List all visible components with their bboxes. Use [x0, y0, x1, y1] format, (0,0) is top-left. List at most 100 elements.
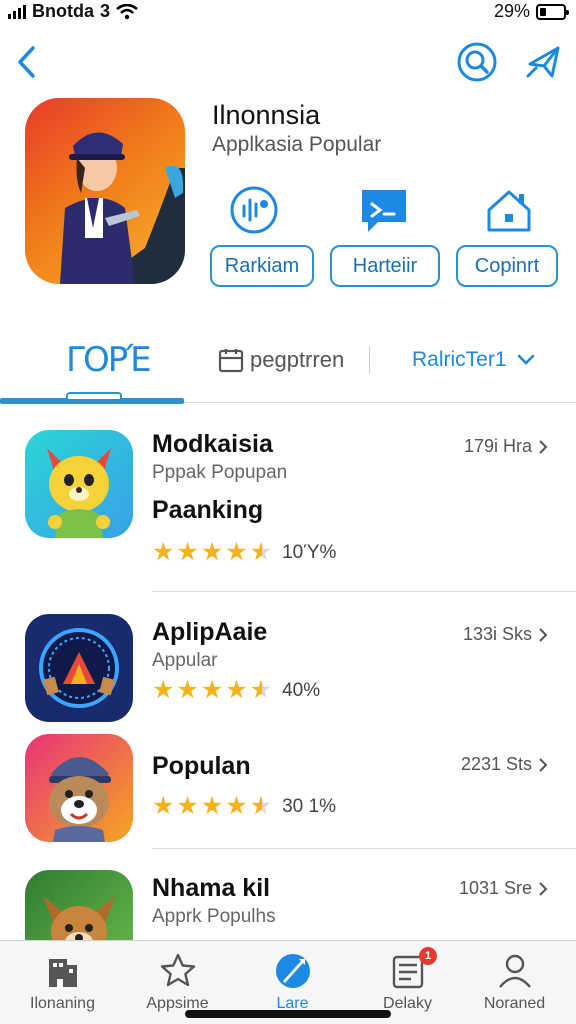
podcast-icon	[230, 186, 278, 234]
rating-stars: ★ ★ ★ ★ ★ 40%	[152, 678, 320, 703]
separator	[152, 848, 576, 849]
item-meta-label: 133i Sks	[462, 624, 532, 644]
rating-stars: ★ ★ ★ ★ ★ 10Ύ%	[152, 540, 336, 565]
dog-app-icon	[25, 734, 133, 842]
item-subtitle: Appular	[152, 650, 218, 671]
chevron-right-icon	[539, 757, 548, 772]
chevron-right-icon	[539, 627, 548, 642]
item-meta: 1031 Sre	[459, 878, 548, 899]
rating-stars: ★ ★ ★ ★ ★ 30 1%	[152, 794, 336, 819]
rarkiam-button[interactable]: Rarkiam	[210, 245, 314, 287]
half-star-icon: ★	[249, 792, 273, 820]
half-star-icon: ★	[249, 538, 273, 566]
message-action[interactable]	[356, 184, 412, 236]
item-subtitle: Apprk Populhs	[152, 906, 276, 927]
chevron-right-icon	[539, 439, 548, 454]
star-icon: ★	[200, 792, 224, 820]
status-right: 29%	[493, 1, 569, 22]
star-icon: ★	[200, 538, 224, 566]
rocket-icon	[275, 954, 310, 988]
tab-second-label: pegptrren	[250, 347, 345, 372]
tab-underline-notch	[66, 392, 122, 399]
police-character-icon	[60, 132, 185, 284]
star-icon: ★	[152, 676, 175, 704]
star-icon: ★	[176, 676, 199, 704]
item-title: Nhama kil	[152, 874, 271, 902]
chevron-down-icon	[517, 354, 534, 365]
item-extra: Paanking	[152, 496, 264, 524]
badge-app-icon	[25, 614, 133, 722]
star-icon: ★	[152, 792, 175, 820]
tab-bar-label: Noraned	[483, 995, 546, 1012]
item-meta-label: 179i Hra	[463, 436, 532, 456]
fox-app-icon	[25, 430, 133, 538]
carrier-label: Bnotda	[32, 1, 94, 21]
tab-active[interactable]: ΓΟΡΈ	[66, 330, 186, 390]
signal-icon	[8, 4, 26, 19]
chevron-right-icon	[539, 881, 548, 896]
deer-icon	[43, 896, 115, 940]
status-bar: Bnotda 3 29%	[0, 0, 576, 26]
app-icon	[25, 98, 185, 284]
back-button[interactable]	[8, 40, 44, 84]
person-icon	[498, 954, 531, 988]
item-meta: 133i Sks	[463, 624, 548, 645]
network-label: 3	[100, 1, 111, 21]
star-icon: ★	[152, 538, 175, 566]
separator	[152, 591, 576, 592]
wifi-icon	[116, 3, 138, 19]
item-title: Modkaisia	[152, 430, 273, 458]
item-meta: 2231 Sts	[461, 754, 548, 775]
star-icon: ★	[176, 538, 199, 566]
status-left: Bnotda 3	[8, 1, 138, 22]
tab-divider	[369, 346, 370, 374]
battery-level	[540, 7, 546, 16]
star-icon: ★	[225, 792, 248, 820]
item-meta: 179i Hra	[464, 436, 548, 457]
item-title: Populan	[152, 752, 251, 780]
message-icon	[362, 190, 406, 232]
tab-bar-item-noraned[interactable]: Noraned	[457, 941, 572, 1024]
search-icon	[457, 42, 497, 82]
deer-app-icon	[25, 870, 133, 940]
star-icon: ★	[225, 538, 248, 566]
item-meta-label: 1031 Sre	[458, 878, 532, 898]
tab-third-dropdown[interactable]: RalricTer1	[412, 330, 552, 390]
tab-active-label: ΓΟΡΈ	[66, 340, 152, 380]
item-title: AplipAaie	[152, 618, 268, 646]
star-icon: ★	[200, 676, 224, 704]
star-icon: ★	[225, 676, 248, 704]
shield-badge-icon	[39, 628, 119, 708]
chevron-left-icon	[18, 46, 35, 78]
home-icon	[487, 190, 531, 232]
star-icon: ★	[176, 792, 199, 820]
dog-icon	[49, 757, 111, 842]
app-subtitle: Applkasia Popular	[212, 133, 382, 156]
half-star-icon: ★	[249, 676, 273, 704]
rating-text: 40%	[282, 679, 321, 701]
home-action[interactable]	[481, 184, 537, 236]
home-indicator	[185, 1010, 391, 1018]
list-item[interactable]: Nhama kil Apprk Populhs 1031 Sre	[0, 862, 576, 940]
podcast-action[interactable]	[226, 184, 282, 236]
copinrt-button[interactable]: Copinrt	[456, 245, 558, 287]
harteiir-button[interactable]: Harteiir	[330, 245, 440, 287]
tab-second[interactable]: pegptrren	[218, 330, 366, 390]
list-item[interactable]: Populan ★ ★ ★ ★ ★ 30 1% 2231 Sts	[0, 730, 576, 849]
notification-badge: 1	[419, 947, 437, 965]
battery-percent: 29%	[493, 1, 530, 21]
calendar-icon	[218, 349, 244, 373]
list-item[interactable]: AplipAaie Appular ★ ★ ★ ★ ★ 40% 133i Sks	[0, 606, 576, 724]
tab-bar-label: Ilonaning	[30, 995, 95, 1012]
fox-icon	[47, 448, 111, 538]
search-button[interactable]	[455, 40, 499, 84]
battery-icon	[536, 3, 569, 20]
tab-bar-item-ilonaning[interactable]: Ilonaning	[5, 941, 120, 1024]
building-icon	[48, 959, 77, 987]
item-meta-label: 2231 Sts	[460, 754, 532, 774]
share-button[interactable]	[522, 40, 566, 84]
share-icon	[526, 46, 560, 78]
rating-text: 30 1%	[282, 795, 336, 817]
tab-third-label: RalricTer1	[412, 348, 507, 371]
list-item[interactable]: Modkaisia Pppak Popupan Paanking ★ ★ ★ ★ ★ 1…	[0, 420, 576, 592]
